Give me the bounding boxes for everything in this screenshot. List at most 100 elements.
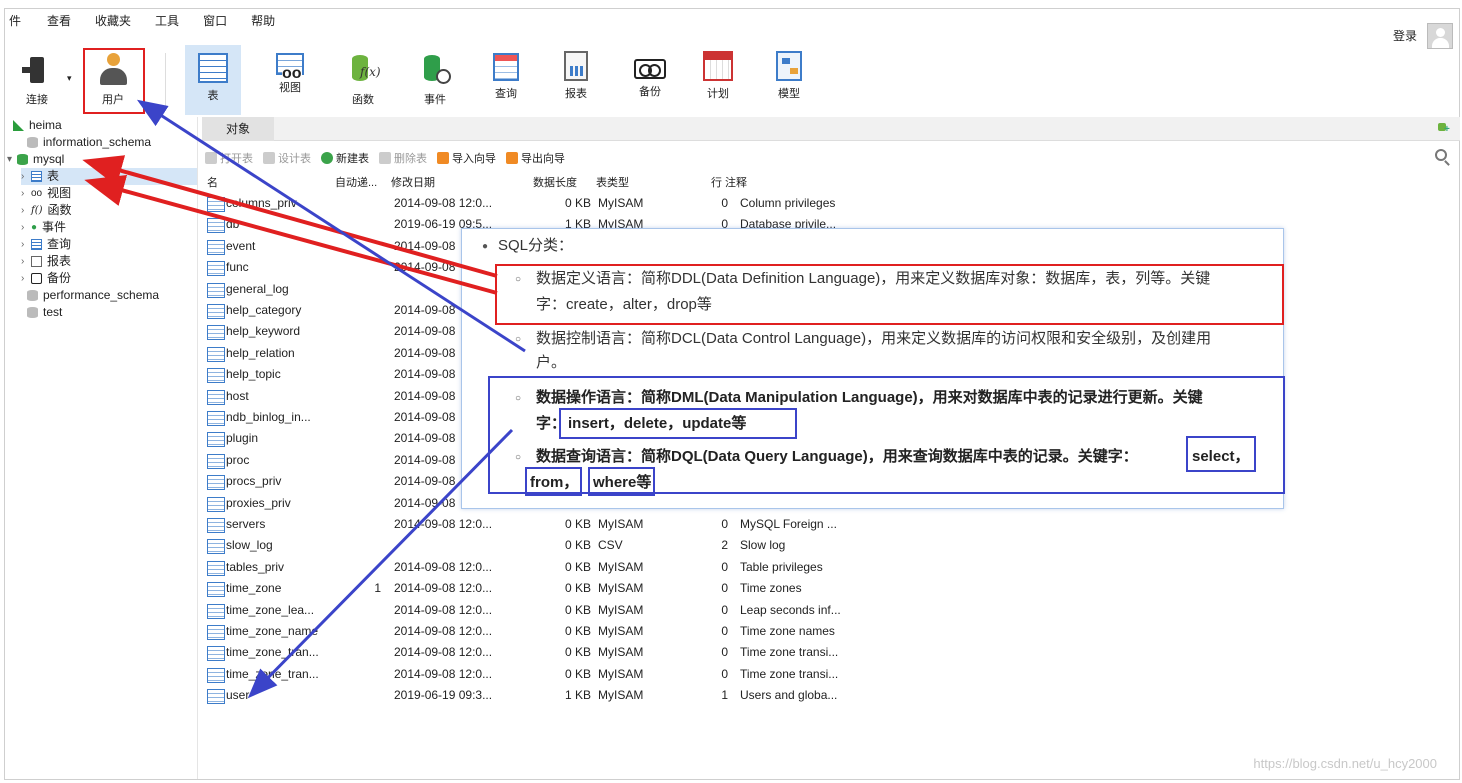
table-row[interactable]: time_zone 1 2014-09-08 12:0... 0 KB MyISAM 0 T… [205, 578, 865, 599]
table-row[interactable]: time_zone_name 2014-09-08 12:0... 0 KB MyIS… [205, 621, 865, 642]
table-row[interactable]: servers 2014-09-08 12:0... 0 KB MyISAM 0 MySQ… [205, 514, 865, 535]
cell-name: proc [205, 453, 249, 469]
menu-view[interactable]: 查看 [41, 12, 81, 29]
backup-button[interactable]: 备份 [622, 45, 678, 115]
open-table-button[interactable]: 打开表 [205, 150, 253, 166]
dml-keywords-highlight [559, 408, 797, 439]
table-row[interactable]: time_zone_tran... 2014-09-08 12:0... 0 KB M… [205, 664, 865, 685]
chevron-right-icon[interactable]: › [21, 253, 31, 270]
import-wizard-button[interactable]: 导入向导 [437, 150, 496, 166]
tree-item-views[interactable]: › oo 视图 [21, 185, 71, 202]
event-icon: ● [31, 222, 38, 233]
connection-dropdown-icon[interactable]: ▾ [67, 73, 72, 84]
column-header-auto-increment[interactable]: 自动递... [335, 173, 377, 193]
design-table-button[interactable]: 设计表 [263, 150, 311, 166]
tree-db-performance-schema[interactable]: performance_schema [27, 287, 159, 304]
tree-db-mysql[interactable]: ▾ mysql [7, 151, 64, 168]
cell-name: help_category [205, 303, 301, 319]
tree-item-functions[interactable]: › f() 函数 [21, 202, 72, 219]
cell-size: 0 KB [564, 581, 591, 596]
chevron-right-icon[interactable]: › [21, 236, 31, 253]
chevron-right-icon[interactable]: › [21, 219, 31, 236]
tree-db-test[interactable]: test [27, 304, 62, 321]
dcl-line-1: 数据控制语言：简称DCL(Data Control Language)，用来定义… [536, 330, 1212, 347]
table-icon [198, 53, 228, 83]
design-table-label: 设计表 [278, 153, 311, 165]
cell-comment: Users and globa... [740, 688, 838, 703]
column-header-table-type[interactable]: 表类型 [596, 173, 629, 193]
view-button[interactable]: 视图 [262, 45, 318, 115]
cell-comment: Time zone transi... [740, 666, 839, 681]
function-button[interactable]: 函数 [335, 45, 391, 115]
open-table-label: 打开表 [220, 153, 253, 165]
cell-size: 0 KB [564, 538, 591, 553]
table-row[interactable]: columns_priv 2014-09-08 12:0... 0 KB MyISAM… [205, 193, 865, 214]
add-icon [321, 152, 333, 164]
schedule-button[interactable]: 计划 [690, 45, 746, 115]
table-row[interactable]: user 2019-06-19 09:3... 1 KB MyISAM 1 Users a… [205, 685, 865, 706]
menu-window[interactable]: 窗口 [197, 12, 237, 29]
table-row[interactable]: tables_priv 2014-09-08 12:0... 0 KB MyISAM 0… [205, 557, 865, 578]
tree-connection-label: heima [29, 118, 62, 132]
backup-icon [634, 59, 666, 79]
export-wizard-button[interactable]: 导出向导 [506, 150, 565, 166]
column-header-name[interactable]: 名 [207, 173, 218, 193]
tree-db-information-schema[interactable]: information_schema [27, 134, 151, 151]
table-row[interactable]: slow_log 0 KB CSV 2 Slow log [205, 535, 865, 556]
tree-item-label: 事件 [42, 220, 67, 234]
table-button[interactable]: 表 [185, 45, 241, 115]
report-button[interactable]: 报表 [548, 45, 604, 115]
view-icon: oo [31, 188, 43, 199]
cell-engine: MyISAM [598, 517, 644, 531]
login-link[interactable]: 登录 [1393, 27, 1417, 44]
cell-name: proxies_priv [205, 496, 291, 512]
tree-db-label: mysql [33, 152, 65, 166]
column-header-rows[interactable]: 行 [711, 173, 722, 193]
menu-favorites[interactable]: 收藏夹 [89, 12, 141, 29]
tree-item-queries[interactable]: › 查询 [21, 236, 71, 253]
column-header-data-length[interactable]: 数据长度 [533, 173, 577, 193]
popup-heading: SQL分类： [498, 237, 574, 254]
query-button[interactable]: 查询 [478, 45, 534, 115]
table-row[interactable]: time_zone_lea... 2014-09-08 12:0... 0 KB My… [205, 600, 865, 621]
cell-size: 0 KB [564, 517, 591, 531]
cell-name: help_topic [205, 367, 281, 384]
connection-button[interactable]: 连接 [9, 45, 65, 115]
cell-name: time_zone_lea... [205, 603, 314, 619]
menu-file[interactable]: 件 [5, 12, 31, 29]
chevron-right-icon[interactable]: › [21, 202, 31, 219]
tab-objects[interactable]: 对象 [202, 117, 274, 141]
chevron-down-icon[interactable]: ▾ [7, 151, 17, 168]
cell-rows: 0 [721, 517, 728, 531]
tree-item-reports[interactable]: › 报表 [21, 253, 71, 270]
user-button-highlight [83, 48, 145, 114]
cell-date: 2014-09-08 [394, 410, 456, 424]
column-header-modified-date[interactable]: 修改日期 [391, 173, 435, 193]
chevron-right-icon[interactable]: › [21, 270, 31, 287]
cell-name: help_relation [205, 346, 295, 362]
chevron-right-icon[interactable]: › [21, 168, 31, 185]
delete-icon [379, 152, 391, 164]
menu-help[interactable]: 帮助 [245, 12, 285, 29]
tree-item-events[interactable]: › ● 事件 [21, 219, 66, 236]
cell-name: func [205, 260, 249, 277]
event-button[interactable]: 事件 [407, 45, 463, 115]
chevron-right-icon[interactable]: › [21, 185, 31, 202]
tree-item-backups[interactable]: › 备份 [21, 270, 71, 287]
cell-comment: Time zone transi... [740, 645, 839, 660]
column-header-comment[interactable]: 注释 [725, 173, 747, 193]
model-button[interactable]: 模型 [761, 45, 817, 115]
delete-table-button[interactable]: 删除表 [379, 150, 427, 166]
cell-size: 0 KB [564, 559, 591, 574]
connection-icon [20, 51, 54, 87]
tree-connection-heima[interactable]: heima [13, 117, 62, 134]
menu-tools[interactable]: 工具 [149, 12, 189, 29]
new-object-icon[interactable] [1438, 123, 1450, 135]
table-row[interactable]: time_zone_tran... 2014-09-08 12:0... 0 KB M… [205, 642, 865, 663]
tree-item-tables[interactable]: › 表 [21, 168, 197, 185]
open-table-icon [205, 152, 217, 164]
table-label: 表 [207, 90, 219, 102]
cell-date: 2014-09-08 [394, 431, 456, 446]
search-icon[interactable] [1435, 149, 1447, 161]
new-table-button[interactable]: 新建表 [321, 150, 369, 166]
